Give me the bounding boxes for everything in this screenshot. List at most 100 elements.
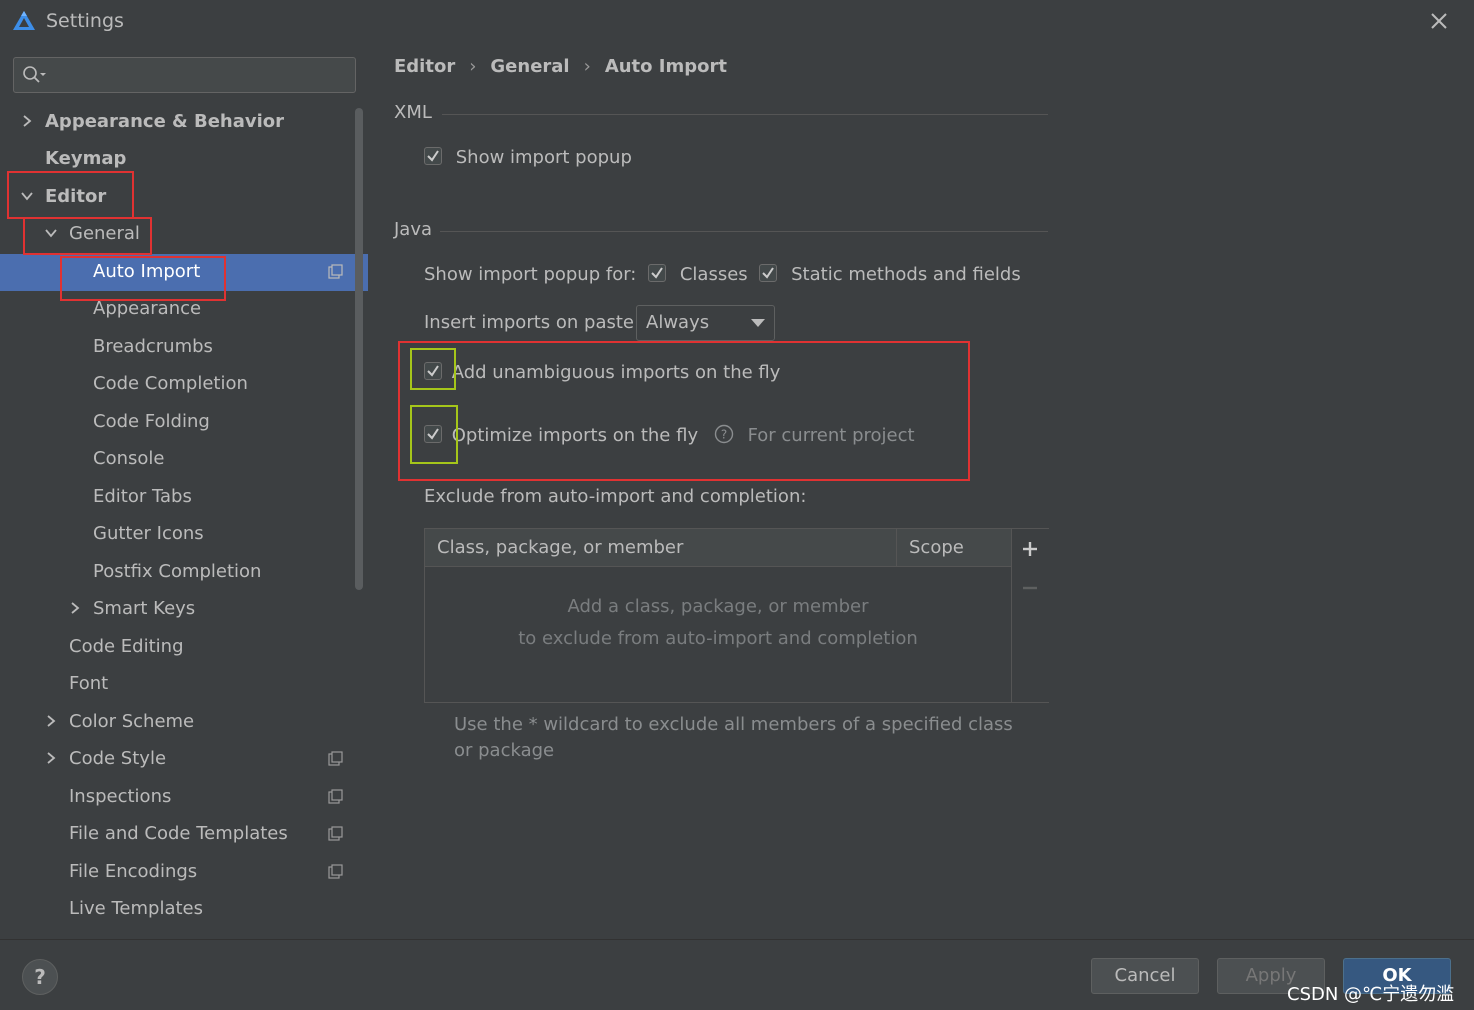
show-import-popup-row[interactable]: Show import popup	[424, 147, 632, 168]
empty-line[interactable]: Add a class, package, or member	[425, 591, 1011, 623]
classes-label: Classes	[679, 264, 748, 285]
column-header-scope[interactable]: Scope	[897, 529, 1011, 567]
breadcrumb-separator-icon: ›	[469, 56, 477, 77]
insert-on-paste-dropdown[interactable]: Always	[636, 305, 775, 341]
checkbox-label: Show import popup	[455, 147, 632, 168]
sidebar-item-font[interactable]: Font	[0, 666, 368, 703]
remove-icon[interactable]	[1021, 579, 1039, 597]
exclude-table[interactable]: Class, package, or member Scope Add a cl…	[424, 528, 1049, 703]
search-icon[interactable]	[22, 65, 46, 85]
sidebar-item-label: File and Code Templates	[69, 823, 288, 844]
chevron-right-icon[interactable]	[68, 601, 82, 615]
sidebar-item-label: Smart Keys	[93, 598, 196, 619]
sidebar-item-label: Keymap	[45, 148, 127, 169]
sidebar-item-label: Font	[69, 673, 109, 694]
settings-sidebar: Appearance & Behavior Keymap Editor Gene…	[0, 42, 368, 939]
help-button[interactable]: ?	[22, 959, 58, 995]
chevron-right-icon[interactable]	[44, 751, 58, 765]
close-icon[interactable]	[1424, 6, 1454, 36]
sidebar-item-color-scheme[interactable]: Color Scheme	[0, 704, 368, 741]
sidebar-item-label: Code Completion	[93, 373, 248, 394]
sidebar-item-postfix-completion[interactable]: Postfix Completion	[0, 554, 368, 591]
insert-on-paste-label: Insert imports on paste:	[424, 312, 641, 333]
search-box[interactable]	[13, 57, 356, 93]
dropdown-value: Always	[646, 312, 710, 333]
project-scope-icon	[328, 864, 343, 879]
sidebar-item-console[interactable]: Console	[0, 441, 368, 478]
sidebar-scrollbar[interactable]	[355, 108, 363, 590]
sidebar-item-smart-keys[interactable]: Smart Keys	[0, 591, 368, 628]
sidebar-item-file-code-templates[interactable]: File and Code Templates	[0, 816, 368, 853]
table-empty-text: Add a class, package, or member to exclu…	[425, 591, 1011, 655]
section-title-java: Java	[394, 219, 433, 240]
project-scope-icon	[328, 264, 343, 279]
sidebar-item-label: Gutter Icons	[93, 523, 204, 544]
sidebar-item-live-templates[interactable]: Live Templates	[0, 891, 368, 928]
annotation-box-editor	[7, 171, 134, 219]
section-divider	[440, 231, 1048, 232]
sidebar-item-label: Code Editing	[69, 636, 184, 657]
annotation-box-checkbox-2	[410, 405, 458, 464]
static-methods-label: Static methods and fields	[791, 264, 1021, 285]
sidebar-item-label: Code Style	[69, 748, 167, 769]
sidebar-item-editor-tabs[interactable]: Editor Tabs	[0, 479, 368, 516]
column-header-label: Class, package, or member	[437, 537, 684, 558]
add-icon[interactable]	[1021, 540, 1039, 558]
window-title: Settings	[46, 10, 124, 32]
sidebar-item-label: Inspections	[69, 786, 172, 807]
column-header-label: Scope	[909, 537, 964, 558]
cancel-button[interactable]: Cancel	[1091, 958, 1199, 994]
sidebar-item-file-encodings[interactable]: File Encodings	[0, 854, 368, 891]
annotation-box-general	[23, 217, 152, 255]
breadcrumb-separator-icon: ›	[583, 56, 591, 77]
static-methods-checkbox[interactable]	[759, 264, 778, 282]
dropdown-arrow-icon	[751, 319, 765, 327]
sidebar-item-label: File Encodings	[69, 861, 198, 882]
sidebar-item-appearance-behavior[interactable]: Appearance & Behavior	[0, 104, 368, 141]
sidebar-item-inspections[interactable]: Inspections	[0, 779, 368, 816]
check-icon	[427, 150, 439, 162]
section-title-xml: XML	[394, 102, 432, 123]
wildcard-hint: Use the * wildcard to exclude all member…	[454, 714, 1013, 761]
sidebar-item-code-folding[interactable]: Code Folding	[0, 404, 368, 441]
empty-line: to exclude from auto-import and completi…	[518, 628, 918, 649]
sidebar-item-label: Live Templates	[69, 898, 203, 919]
section-divider	[442, 114, 1048, 115]
project-scope-icon	[328, 789, 343, 804]
sidebar-item-label: Code Folding	[93, 411, 210, 432]
column-header-class[interactable]: Class, package, or member	[425, 529, 897, 567]
sidebar-item-code-style[interactable]: Code Style	[0, 741, 368, 778]
search-input[interactable]	[50, 62, 350, 88]
classes-checkbox[interactable]	[648, 264, 667, 282]
chevron-right-icon[interactable]	[20, 114, 34, 128]
sidebar-item-gutter-icons[interactable]: Gutter Icons	[0, 516, 368, 553]
project-scope-icon	[328, 751, 343, 766]
annotation-box-checkbox-1	[410, 348, 456, 390]
breadcrumb-item: Auto Import	[604, 56, 727, 77]
sidebar-item-label: Console	[93, 448, 165, 469]
sidebar-item-code-completion[interactable]: Code Completion	[0, 366, 368, 403]
chevron-right-icon[interactable]	[44, 714, 58, 728]
watermark-text: CSDN @℃宁遗勿滥	[1287, 984, 1455, 1005]
sidebar-item-code-editing[interactable]: Code Editing	[0, 629, 368, 666]
annotation-box-on-the-fly	[398, 341, 970, 481]
table-toolbar	[1011, 529, 1049, 702]
sidebar-item-label: Editor Tabs	[93, 486, 192, 507]
sidebar-item-label: Color Scheme	[69, 711, 195, 732]
title-bar: Settings	[0, 0, 1474, 42]
breadcrumb: Editor › General › Auto Import	[394, 56, 727, 77]
sidebar-item-label: Appearance & Behavior	[45, 111, 285, 132]
show-popup-for-label: Show import popup for:	[424, 264, 637, 285]
sidebar-item-label: Breadcrumbs	[93, 336, 213, 357]
check-icon	[762, 267, 775, 279]
exclude-label: Exclude from auto-import and completion:	[424, 486, 807, 507]
breadcrumb-item[interactable]: Editor	[394, 56, 455, 77]
breadcrumb-item[interactable]: General	[490, 56, 569, 77]
sidebar-item-breadcrumbs[interactable]: Breadcrumbs	[0, 329, 368, 366]
app-logo-icon	[13, 11, 35, 30]
project-scope-icon	[328, 826, 343, 841]
annotation-box-auto-import	[60, 256, 226, 301]
sidebar-item-label: Postfix Completion	[93, 561, 262, 582]
show-import-popup-checkbox[interactable]	[424, 147, 442, 165]
dialog-footer: ? Cancel Apply OK CSDN @℃宁遗勿滥	[0, 939, 1474, 1010]
